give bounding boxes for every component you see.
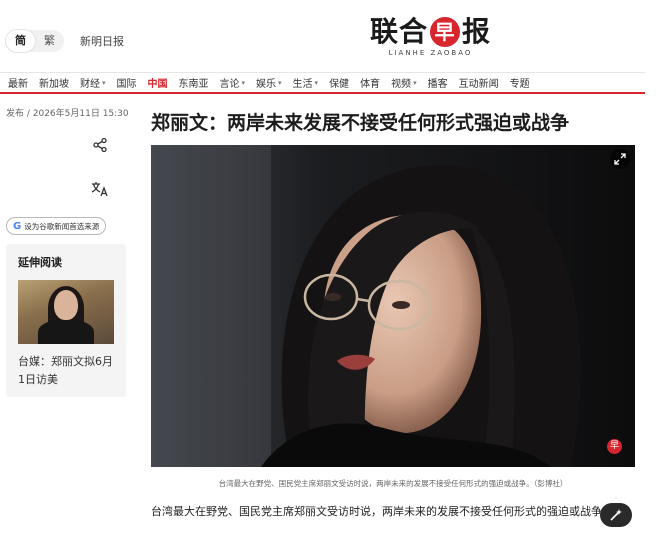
- logo-red-mark: 早: [430, 17, 460, 47]
- google-button-label: 设为谷歌新闻首选来源: [24, 221, 100, 231]
- site-header: 简 繁 新明日报 联合 早 报 LIANHE ZAOBAO: [0, 0, 670, 72]
- nav-label: 互动新闻: [458, 79, 499, 90]
- nav-label: 东南亚: [178, 79, 209, 90]
- nav-label: 视频: [391, 79, 412, 90]
- nav-item-podcast[interactable]: 播客: [428, 75, 448, 90]
- chevron-down-icon: ▾: [102, 78, 106, 87]
- hero-photo[interactable]: 早: [151, 145, 635, 467]
- chevron-down-icon: ▾: [241, 78, 246, 87]
- nav-label: 生活: [292, 79, 313, 90]
- article-body-paragraph: 台湾最大在野党、国民党主席郑丽文受访时说，两岸未来的发展不接受任何形式的强迫或战…: [151, 505, 613, 518]
- logo-wordmark: 联合 早 报: [358, 16, 503, 48]
- nav-label: 新加坡: [39, 79, 69, 90]
- nav-item-sea[interactable]: 东南亚: [179, 75, 209, 90]
- language-toggle: 简 繁: [6, 30, 64, 52]
- chevron-down-icon: ▾: [314, 78, 319, 87]
- nav-item-latest[interactable]: 最新: [8, 75, 28, 90]
- nav-label: 保健: [329, 79, 350, 90]
- site-logo[interactable]: 联合 早 报 LIANHE ZAOBAO: [358, 16, 503, 58]
- ai-summary-button[interactable]: [600, 503, 632, 527]
- google-icon: G: [13, 220, 22, 232]
- nav-label: 体育: [360, 79, 381, 90]
- nav-label: 最新: [8, 79, 28, 90]
- logo-text-part1: 联合: [369, 15, 428, 48]
- ai-summary-icon: [610, 509, 622, 521]
- main-nav: 最新 新加坡 财经 ▾ 国际 中国 东南亚 言论 ▾ 娱乐 ▾ 生活 ▾ 保健 体育 视…: [0, 72, 645, 94]
- nav-item-video[interactable]: 视频 ▾: [391, 75, 417, 91]
- related-article-thumbnail[interactable]: [18, 280, 114, 344]
- chevron-down-icon: ▾: [278, 78, 282, 87]
- translate-icon[interactable]: [89, 178, 111, 200]
- nav-label: 专题: [509, 79, 530, 90]
- nav-item-sports[interactable]: 体育: [360, 75, 380, 90]
- logo-english: LIANHE ZAOBAO: [388, 49, 473, 57]
- nav-item-china[interactable]: 中国: [148, 75, 168, 90]
- publish-timestamp: 发布 / 2026年5月11日 15:30: [6, 109, 129, 119]
- lang-traditional-button[interactable]: 繁: [35, 30, 64, 52]
- nav-item-finance[interactable]: 财经 ▾: [80, 75, 106, 91]
- related-reading-panel: 延伸阅读 台媒：郑丽文拟6月1日访美: [6, 244, 126, 397]
- nav-item-interactive[interactable]: 互动新闻: [459, 75, 499, 90]
- nav-label: 国际: [116, 79, 137, 90]
- nav-label: 播客: [427, 79, 448, 90]
- related-article-link[interactable]: 台媒：郑丽文拟6月1日访美: [18, 353, 114, 389]
- nav-label: 言论: [219, 79, 240, 90]
- nav-item-world[interactable]: 国际: [117, 75, 137, 90]
- chevron-down-icon: ▾: [413, 78, 417, 87]
- nav-item-entertainment[interactable]: 娱乐 ▾: [256, 75, 282, 91]
- zaobao-watermark-icon: 早: [607, 439, 622, 454]
- nav-label: 财经: [80, 79, 100, 90]
- nav-label: 中国: [147, 79, 168, 90]
- nav-label: 娱乐: [256, 79, 277, 90]
- logo-text-part2: 报: [462, 15, 492, 48]
- nav-item-features[interactable]: 专题: [510, 75, 530, 90]
- nav-item-opinion[interactable]: 言论 ▾: [219, 75, 246, 91]
- related-reading-title: 延伸阅读: [18, 256, 62, 269]
- expand-icon[interactable]: [610, 149, 630, 169]
- nav-item-health[interactable]: 保健: [329, 75, 349, 90]
- nav-item-lifestyle[interactable]: 生活 ▾: [292, 75, 319, 91]
- nav-item-singapore[interactable]: 新加坡: [39, 75, 69, 90]
- article-headline: 郑丽文：两岸未来发展不接受任何形式强迫或战争: [151, 112, 570, 134]
- google-preferred-source-button[interactable]: G 设为谷歌新闻首选来源: [6, 217, 106, 235]
- photo-caption: 台湾最大在野党、国民党主席郑丽文受访时说，两岸未来的发展不接受任何形式的强迫或战…: [218, 479, 568, 488]
- sister-site-link[interactable]: 新明日报: [80, 33, 124, 49]
- lang-simplified-button[interactable]: 简: [6, 30, 35, 52]
- share-icon[interactable]: [89, 134, 111, 156]
